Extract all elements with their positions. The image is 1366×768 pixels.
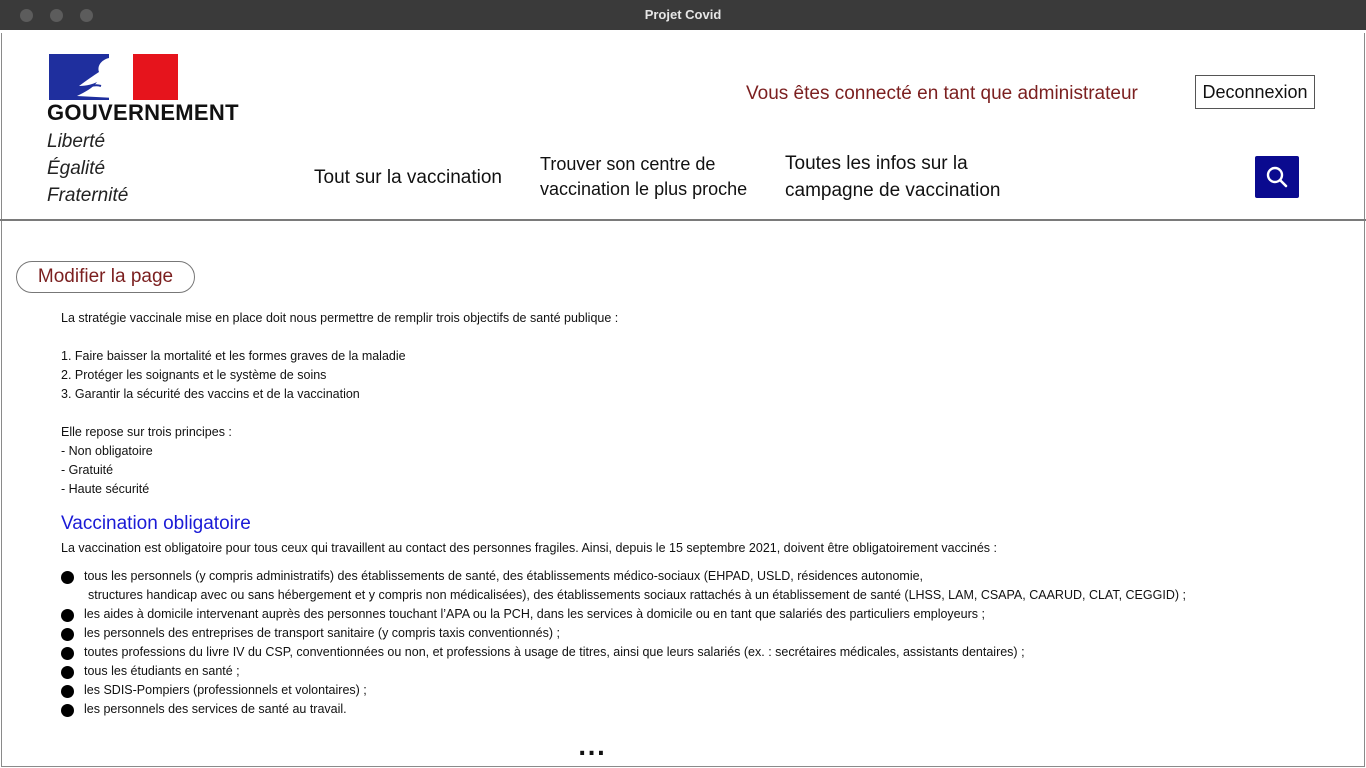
list-item-text-continued: structures handicap avec ou sans héberge…: [88, 588, 1186, 602]
marianne-profile-icon: [77, 58, 122, 98]
list-item: les personnels des services de santé au …: [61, 700, 1341, 719]
nav-item-vaccination[interactable]: Tout sur la vaccination: [314, 164, 502, 191]
principles-title: Elle repose sur trois principes :: [61, 425, 232, 439]
search-button[interactable]: [1255, 156, 1299, 198]
list-item: les SDIS-Pompiers (professionnels et vol…: [61, 681, 1341, 700]
list-item-text: les personnels des entreprises de transp…: [84, 626, 560, 640]
nav-item-find-center-line1: Trouver son centre de: [540, 154, 716, 174]
nav-item-find-center[interactable]: Trouver son centre de vaccination le plu…: [540, 152, 747, 202]
list-item-text: tous les étudiants en santé ;: [84, 664, 240, 678]
window-titlebar: Projet Covid: [0, 0, 1366, 30]
principle-item: - Non obligatoire: [61, 444, 153, 458]
window-title: Projet Covid: [644, 7, 722, 22]
list-item-text: les SDIS-Pompiers (professionnels et vol…: [84, 683, 367, 697]
section-intro: La vaccination est obligatoire pour tous…: [61, 541, 997, 555]
nav-item-campaign-info-line2: campagne de vaccination: [785, 180, 1001, 201]
list-item: toutes professions du livre IV du CSP, c…: [61, 643, 1341, 662]
principle-item: - Haute sécurité: [61, 482, 150, 496]
strategy-intro: La stratégie vaccinale mise en place doi…: [61, 311, 619, 325]
main-content: La stratégie vaccinale mise en place doi…: [61, 309, 1321, 499]
nav-item-campaign-info[interactable]: Toutes les infos sur la campagne de vacc…: [785, 150, 1000, 204]
bullet-icon: [61, 666, 74, 679]
bullet-icon: [61, 609, 74, 622]
section-title: Vaccination obligatoire: [61, 513, 251, 534]
more-content-indicator: ...: [578, 736, 607, 761]
bullet-icon: [61, 704, 74, 717]
list-item-text: tous les personnels (y compris administr…: [84, 569, 924, 583]
motto-egalite: Égalité: [47, 158, 106, 179]
list-item: les aides à domicile intervenant auprès …: [61, 605, 1341, 624]
list-item: les personnels des entreprises de transp…: [61, 624, 1341, 643]
search-icon: [1266, 166, 1288, 188]
edit-page-button[interactable]: Modifier la page: [16, 261, 195, 293]
objective-item: 3. Garantir la sécurité des vaccins et d…: [61, 387, 360, 401]
list-item-text: les personnels des services de santé au …: [84, 702, 347, 716]
bullet-icon: [61, 628, 74, 641]
nav-item-vaccination-label: Tout sur la vaccination: [314, 167, 502, 188]
bullet-icon: [61, 647, 74, 660]
logout-button[interactable]: Deconnexion: [1195, 75, 1315, 109]
principle-item: - Gratuité: [61, 463, 114, 477]
list-item: tous les étudiants en santé ;: [61, 662, 1341, 681]
government-logo[interactable]: [49, 54, 183, 100]
motto-liberte: Liberté: [47, 131, 106, 152]
bullet-icon: [61, 685, 74, 698]
list-item-text: toutes professions du livre IV du CSP, c…: [84, 645, 1025, 659]
list-item: tous les personnels (y compris administr…: [61, 567, 1341, 605]
bullet-icon: [61, 571, 74, 584]
list-item-text: les aides à domicile intervenant auprès …: [84, 607, 985, 621]
government-title: GOUVERNEMENT: [47, 100, 239, 125]
nav-item-find-center-line2: vaccination le plus proche: [540, 179, 748, 199]
nav-item-campaign-info-line1: Toutes les infos sur la: [785, 153, 968, 174]
connection-status: Vous êtes connecté en tant que administr…: [746, 83, 1138, 104]
objective-item: 2. Protéger les soignants et le système …: [61, 368, 327, 382]
objective-item: 1. Faire baisser la mortalité et les for…: [61, 349, 406, 363]
motto-fraternite: Fraternité: [47, 185, 129, 206]
mandatory-list: tous les personnels (y compris administr…: [61, 567, 1341, 719]
